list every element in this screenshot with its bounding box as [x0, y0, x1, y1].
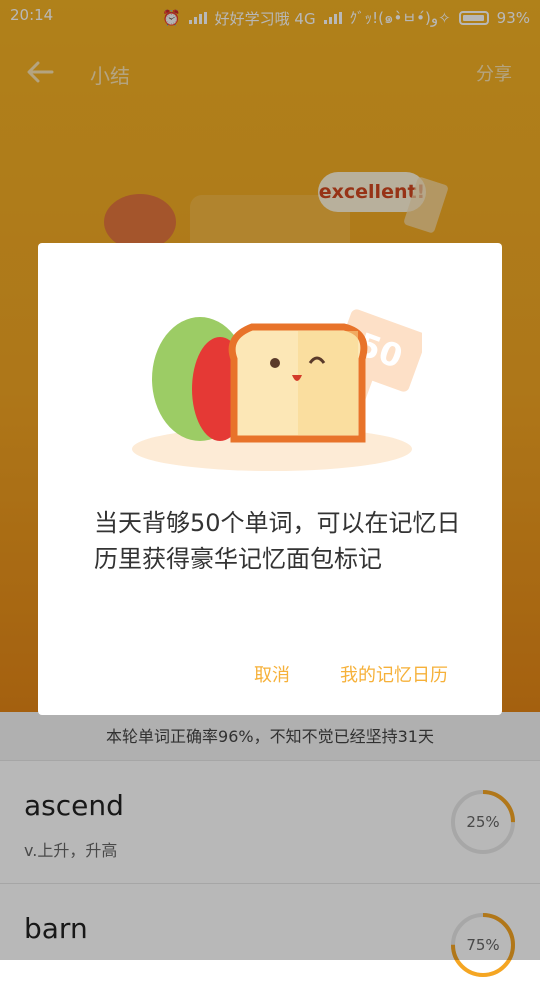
- cancel-button[interactable]: 取消: [254, 661, 290, 687]
- my-memory-calendar-button[interactable]: 我的记忆日历: [340, 661, 448, 687]
- memory-calendar-dialog: 50 当天背够50个单词，可以在记忆日历里获得豪华记忆面包标记 取消 我的记忆日…: [38, 243, 502, 715]
- toast-bread-icon: 50: [132, 309, 422, 471]
- dialog-message: 当天背够50个单词，可以在记忆日历里获得豪华记忆面包标记: [94, 509, 461, 573]
